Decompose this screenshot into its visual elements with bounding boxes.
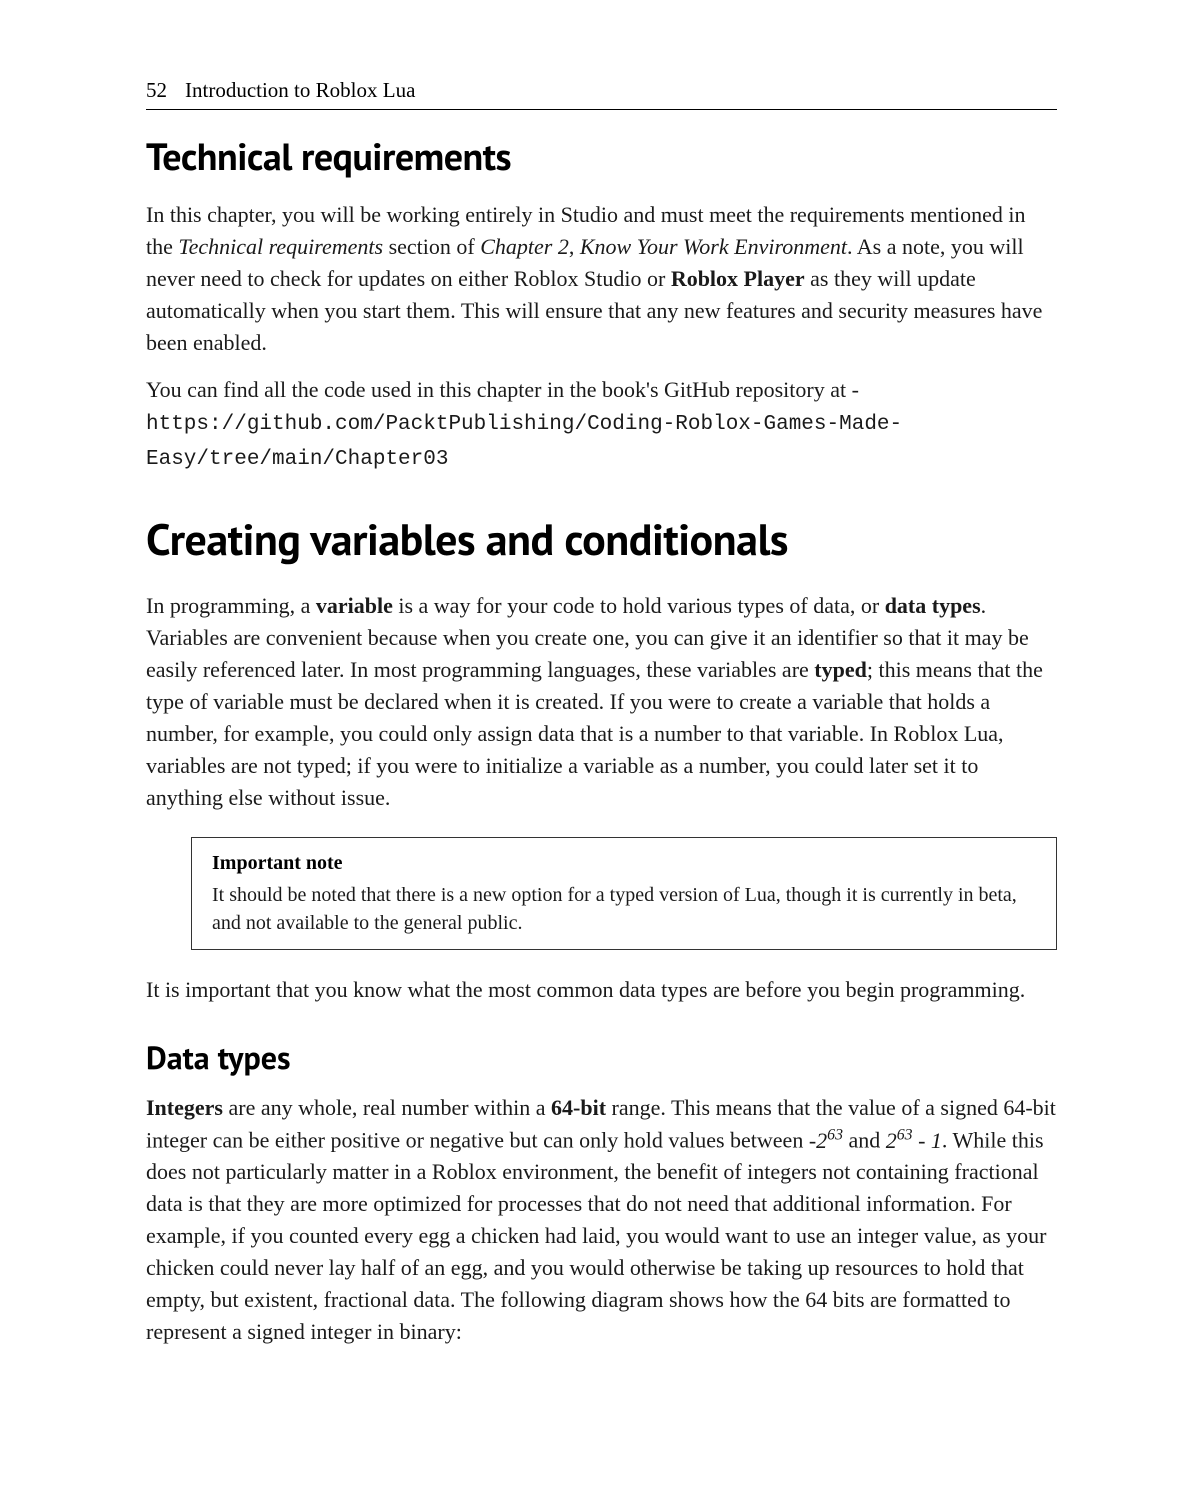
italic-text: Technical requirements [178,234,383,259]
text-run: section of [383,234,480,259]
exponent: 63 [897,1126,913,1143]
section-heading-technical-requirements: Technical requirements [146,132,1057,181]
note-body: It should be noted that there is a new o… [212,881,1036,937]
page-header: 52 Introduction to Roblox Lua [146,78,1057,110]
body-paragraph: It is important that you know what the m… [146,974,1057,1006]
text-run: is a way for your code to hold various t… [393,593,885,618]
body-paragraph: In programming, a variable is a way for … [146,590,1057,813]
bold-text: 64-bit [551,1095,606,1120]
note-title: Important note [212,852,1036,875]
text-run: . While this does not particularly matte… [146,1128,1047,1344]
bold-text: Integers [146,1095,223,1120]
code-url: https://github.com/PacktPublishing/Codin… [146,413,902,470]
text-run: and [843,1128,886,1153]
math-text: 263 - 1 [886,1128,942,1153]
page-number: 52 [146,78,167,103]
text-run: In programming, a [146,593,316,618]
text-run: are any whole, real number within a [223,1095,551,1120]
section-heading-creating-variables: Creating variables and conditionals [146,511,1057,568]
note-box: Important note It should be noted that t… [191,837,1057,950]
base: 2 [816,1128,827,1153]
bold-text: variable [316,593,393,618]
exponent: 63 [827,1126,843,1143]
italic-text: Know Your Work Environment [580,234,847,259]
bold-text: typed [814,657,867,682]
bold-text: Roblox Player [671,266,805,291]
running-head: Introduction to Roblox Lua [185,78,415,103]
body-paragraph: You can find all the code used in this c… [146,374,1057,475]
math-text: -263 [809,1128,843,1153]
body-paragraph: Integers are any whole, real number with… [146,1092,1057,1347]
text-run: You can find all the code used in this c… [146,377,859,402]
italic-text: Chapter 2 [480,234,569,259]
body-paragraph: In this chapter, you will be working ent… [146,199,1057,358]
base: 2 [886,1128,897,1153]
minus-one: - 1 [913,1128,942,1153]
bold-text: data types [885,593,981,618]
subsection-heading-data-types: Data types [146,1036,1057,1078]
text-run: , [569,234,580,259]
